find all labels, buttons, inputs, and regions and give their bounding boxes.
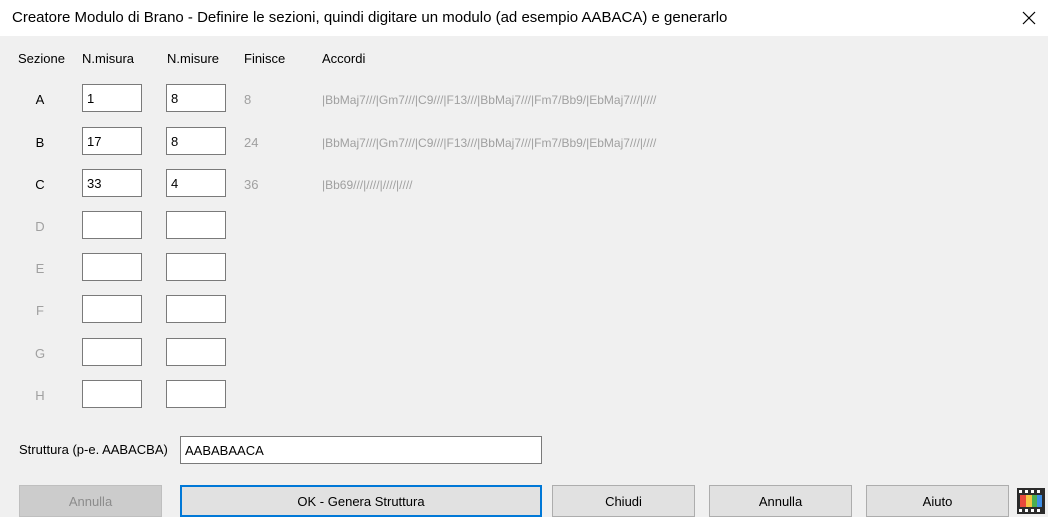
generate-structure-button[interactable]: OK - Genera Struttura — [180, 485, 542, 517]
ends-value: 8 — [244, 92, 252, 107]
header-section: Sezione — [18, 51, 65, 66]
close-icon[interactable] — [1018, 7, 1040, 29]
bar-count-input[interactable] — [166, 253, 226, 281]
start-bar-input[interactable] — [82, 253, 142, 281]
window-title: Creatore Modulo di Brano - Definire le s… — [12, 9, 728, 26]
section-label: C — [35, 177, 45, 192]
ends-value: 36 — [244, 177, 259, 192]
help-button[interactable]: Aiuto — [866, 485, 1009, 517]
section-label: F — [36, 303, 44, 318]
start-bar-input[interactable] — [82, 127, 142, 155]
chords-text: |BbMaj7///|Gm7///|C9///|F13///|BbMaj7///… — [322, 136, 657, 150]
start-bar-input[interactable] — [82, 380, 142, 408]
start-bar-input[interactable] — [82, 169, 142, 197]
start-bar-input[interactable] — [82, 295, 142, 323]
start-bar-input[interactable] — [82, 211, 142, 239]
chords-text: |Bb69///|////|////|//// — [322, 178, 413, 192]
bar-count-input[interactable] — [166, 211, 226, 239]
structure-input[interactable] — [180, 436, 542, 464]
header-bar-count: N.misure — [167, 51, 220, 66]
bar-count-input[interactable] — [166, 295, 226, 323]
close-button[interactable]: Chiudi — [552, 485, 695, 517]
section-label: D — [35, 219, 45, 234]
start-bar-input[interactable] — [82, 84, 142, 112]
section-label: B — [35, 135, 45, 150]
undo-button[interactable]: Annulla — [19, 485, 162, 517]
cancel-button[interactable]: Annulla — [709, 485, 852, 517]
header-chords: Accordi — [322, 51, 366, 66]
header-bar-number: N.misura — [82, 51, 135, 66]
bar-count-input[interactable] — [166, 127, 226, 155]
section-label: G — [34, 346, 46, 361]
bar-count-input[interactable] — [166, 84, 226, 112]
section-label: H — [35, 388, 45, 403]
start-bar-input[interactable] — [82, 338, 142, 366]
structure-label: Struttura (p-e. AABACBA) — [19, 442, 168, 457]
chords-text: |BbMaj7///|Gm7///|C9///|F13///|BbMaj7///… — [322, 93, 657, 107]
bar-count-input[interactable] — [166, 380, 226, 408]
section-label: E — [35, 261, 45, 276]
ends-value: 24 — [244, 135, 259, 150]
section-label: A — [35, 92, 45, 107]
header-ends: Finisce — [244, 51, 286, 66]
bar-count-input[interactable] — [166, 169, 226, 197]
film-icon[interactable] — [1017, 488, 1045, 514]
title-bar: Creatore Modulo di Brano - Definire le s… — [0, 0, 1048, 36]
bar-count-input[interactable] — [166, 338, 226, 366]
